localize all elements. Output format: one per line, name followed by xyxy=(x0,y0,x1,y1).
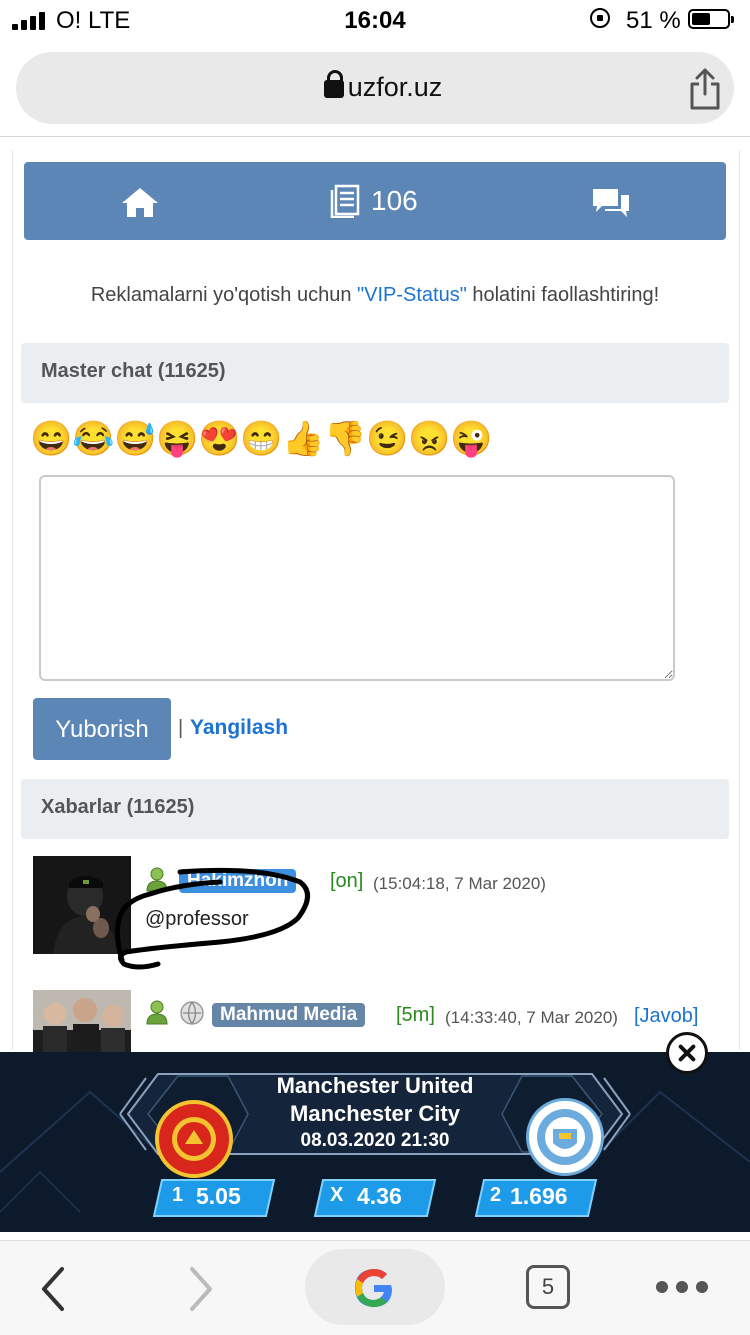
browser-globe-icon xyxy=(180,1001,204,1025)
emoji-angry[interactable]: 😠 xyxy=(408,418,450,460)
chat-section-title: Master chat (11625) xyxy=(41,360,226,382)
message-time: (15:04:18, 7 Mar 2020) xyxy=(373,874,546,893)
emoji-thumbs-down[interactable]: 👎 xyxy=(324,418,366,460)
emoji-picker: 😄 😂 😅 😝 😍 😁 👍 👎 😉 😠 😜 xyxy=(30,418,492,460)
away-team-name: Manchester City xyxy=(290,1101,460,1126)
more-menu-icon[interactable] xyxy=(656,1281,708,1293)
message-count: 106 xyxy=(371,185,418,216)
back-icon[interactable] xyxy=(38,1265,68,1313)
google-icon xyxy=(355,1269,392,1307)
user-icon xyxy=(146,1000,168,1025)
status-bar: O! LTE 16:04 51 % xyxy=(0,0,750,40)
link-separator: | xyxy=(178,717,184,739)
match-datetime: 08.03.2020 21:30 xyxy=(300,1130,450,1151)
message-text: @professor xyxy=(145,908,249,930)
messages-section-header: Xabarlar (11625) xyxy=(21,779,729,839)
chat-section-header: Master chat (11625) xyxy=(21,343,729,403)
emoji-winking-tongue[interactable]: 😜 xyxy=(450,418,492,460)
username-tag[interactable]: Hakimzhon xyxy=(179,869,297,893)
reply-link[interactable]: [Javob] xyxy=(634,1005,698,1028)
emoji-sweat-smile[interactable]: 😅 xyxy=(114,418,156,460)
emoji-wink[interactable]: 😉 xyxy=(366,418,408,460)
forward-icon[interactable] xyxy=(186,1265,216,1313)
odds-away-button[interactable]: 2 1.696 xyxy=(474,1178,598,1218)
user-icon xyxy=(146,867,168,892)
share-icon[interactable] xyxy=(688,66,722,110)
nav-messages[interactable]: 106 xyxy=(329,184,418,218)
orientation-lock-icon xyxy=(590,8,610,28)
message-time: (14:33:40, 7 Mar 2020) xyxy=(445,1008,618,1027)
messages-section-title: Xabarlar (11625) xyxy=(41,796,195,818)
vip-notice: Reklamalarni yo'qotish uchun "VIP-Status… xyxy=(90,284,660,306)
refresh-link[interactable]: Yangilash xyxy=(190,716,288,740)
emoji-beaming[interactable]: 😁 xyxy=(240,418,282,460)
top-navigation: 106 xyxy=(24,162,726,240)
documents-icon xyxy=(330,184,360,218)
send-button[interactable]: Yuborish xyxy=(33,698,171,760)
home-team-name: Manchester United xyxy=(276,1073,474,1098)
emoji-heart-eyes[interactable]: 😍 xyxy=(198,418,240,460)
odds-home-button[interactable]: 1 5.05 xyxy=(152,1178,276,1218)
emoji-grin[interactable]: 😄 xyxy=(30,418,72,460)
avatar[interactable] xyxy=(33,990,131,1052)
battery-icon xyxy=(688,9,734,29)
username-tag[interactable]: Mahmud Media xyxy=(212,1003,366,1027)
close-ad-button[interactable] xyxy=(666,1032,708,1074)
emoji-thumbs-up[interactable]: 👍 xyxy=(282,418,324,460)
emoji-tongue[interactable]: 😝 xyxy=(156,418,198,460)
home-icon[interactable] xyxy=(120,186,160,218)
address-bar[interactable]: uzfor.uz xyxy=(16,52,734,124)
betting-ad-banner[interactable]: Manchester United Manchester City 08.03.… xyxy=(0,1052,750,1232)
online-status: [on] xyxy=(330,870,364,892)
vip-status-link[interactable]: "VIP-Status" xyxy=(357,284,467,306)
avatar[interactable] xyxy=(33,856,131,954)
chat-message-input[interactable] xyxy=(39,475,675,681)
emoji-joy[interactable]: 😂 xyxy=(72,418,114,460)
url-text[interactable]: uzfor.uz xyxy=(16,72,734,103)
odds-draw-button[interactable]: X 4.36 xyxy=(313,1178,437,1218)
battery-percent: 51 % xyxy=(626,7,681,34)
manchester-city-crest-icon xyxy=(526,1098,604,1176)
online-status: [5m] xyxy=(396,1004,435,1026)
browser-toolbar: 5 xyxy=(0,1240,750,1335)
tabs-button[interactable]: 5 xyxy=(526,1265,570,1309)
chat-bubbles-icon[interactable] xyxy=(590,186,632,220)
google-search-button[interactable] xyxy=(305,1249,445,1325)
divider xyxy=(0,136,750,137)
